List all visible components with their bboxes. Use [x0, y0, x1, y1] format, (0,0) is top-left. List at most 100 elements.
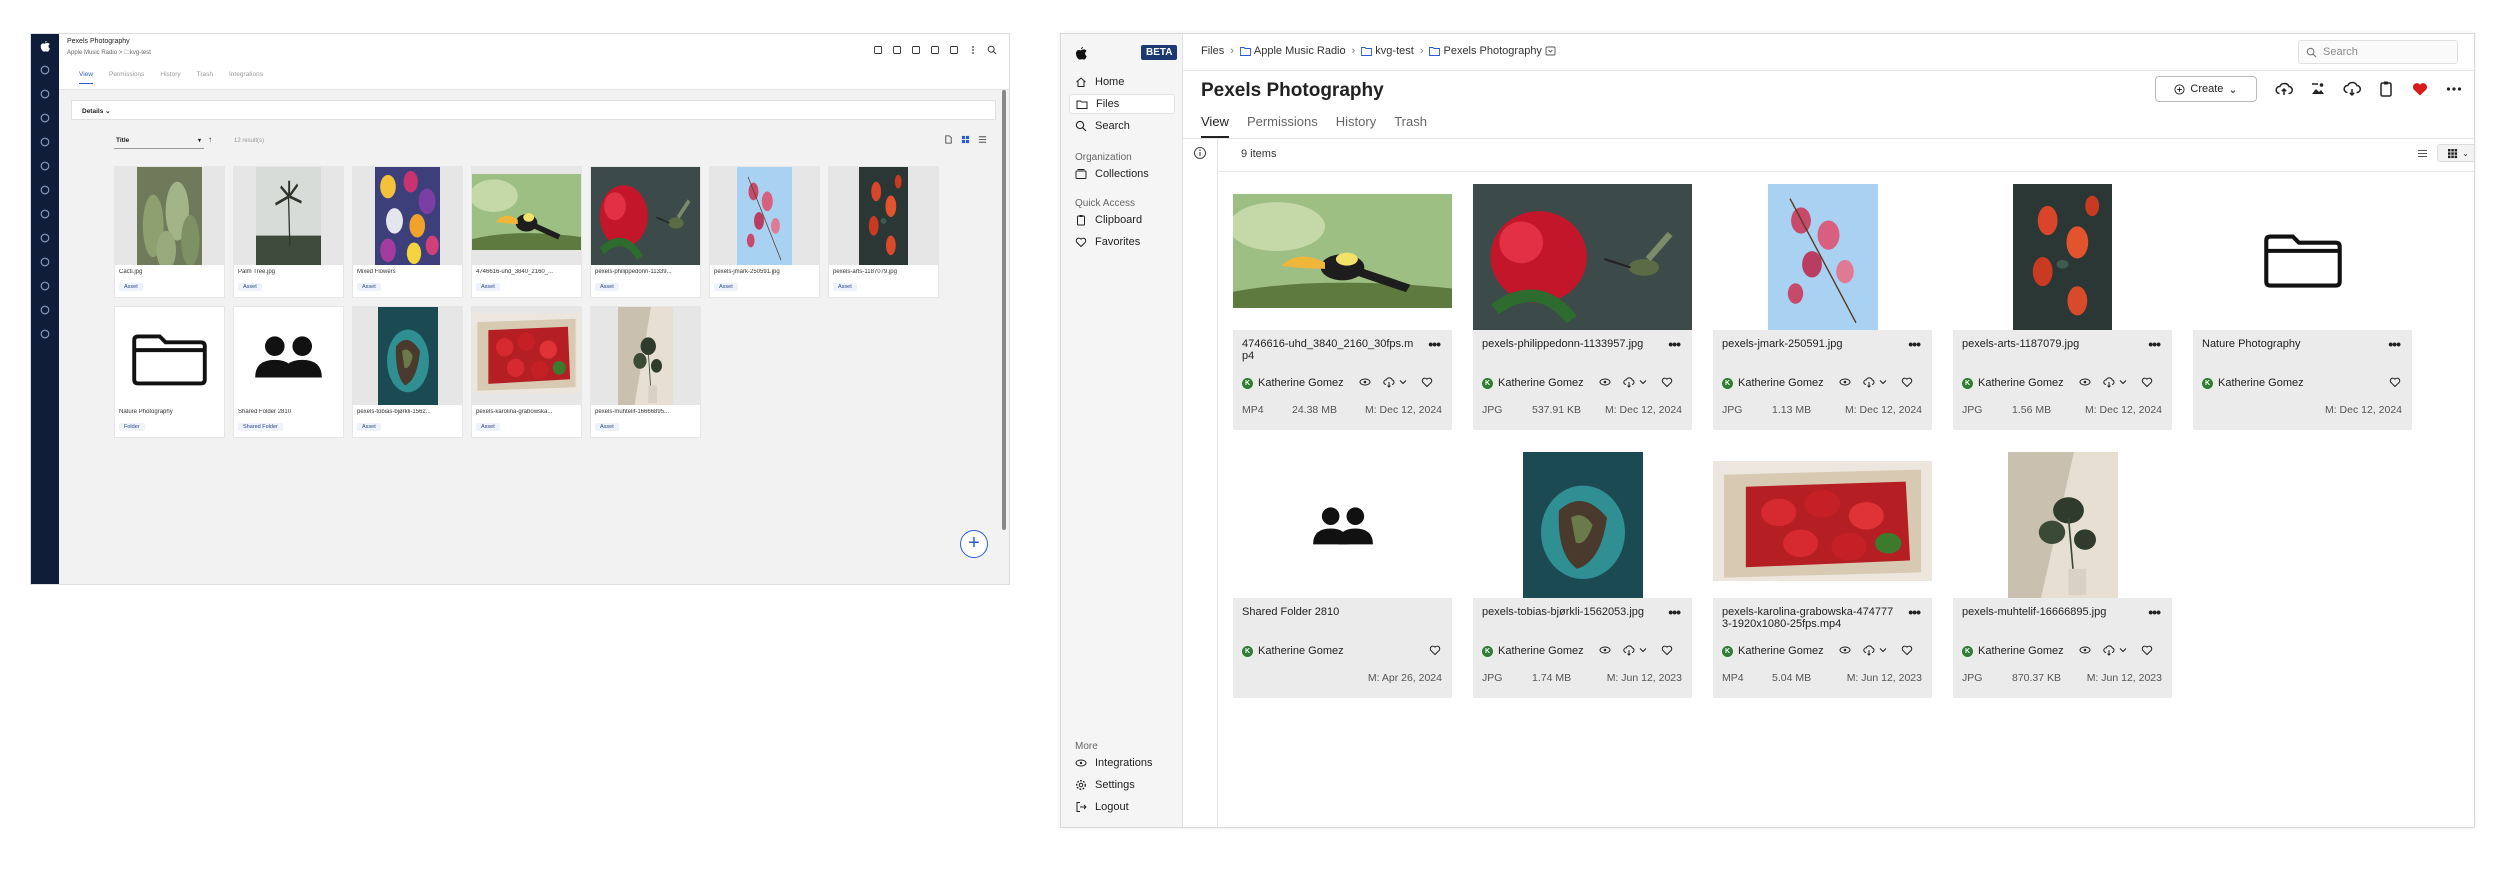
chevron-down-icon[interactable]: [1877, 644, 1889, 656]
asset-card[interactable]: Cacti.jpg Asset: [114, 166, 225, 298]
sidebar-item-clipboard[interactable]: Clipboard: [1069, 210, 1175, 230]
more-options-icon[interactable]: •••: [2148, 336, 2161, 352]
favorite-heart-icon[interactable]: [1661, 644, 1673, 656]
breadcrumb-item[interactable]: Pexels Photography: [1429, 45, 1556, 57]
favorite-heart-icon[interactable]: [1901, 644, 1913, 656]
asset-card[interactable]: pexels-jmark-250591.jpg Asset: [709, 166, 820, 298]
trash-icon[interactable]: [39, 304, 51, 316]
star-icon[interactable]: [39, 208, 51, 220]
more-options-icon[interactable]: •••: [1428, 336, 1441, 352]
more-options-icon[interactable]: [968, 45, 978, 55]
favorite-heart-icon[interactable]: [2389, 376, 2401, 388]
asset-card[interactable]: pexels-philippedonn-1133957.jpg ••• K Kathe…: [1473, 184, 1692, 430]
breadcrumb-item[interactable]: Files: [1201, 45, 1224, 57]
list-view-icon[interactable]: [2411, 144, 2433, 162]
chevron-down-icon[interactable]: [1397, 376, 1409, 388]
download-icon[interactable]: [2103, 644, 2115, 656]
preview-eye-icon[interactable]: [1599, 644, 1611, 656]
apple-logo-icon[interactable]: [39, 40, 51, 52]
asset-card[interactable]: pexels-karolina-grabowska-4747773-1920x1…: [1713, 452, 1932, 698]
add-button[interactable]: +: [960, 530, 988, 558]
more-options-icon[interactable]: •••: [1668, 604, 1681, 620]
more-options-icon[interactable]: •••: [1908, 336, 1921, 352]
file-view-icon[interactable]: [944, 135, 953, 144]
clipboard-icon[interactable]: [2377, 80, 2395, 98]
download-icon[interactable]: [1863, 376, 1875, 388]
more-options-icon[interactable]: •••: [1668, 336, 1681, 352]
asset-card[interactable]: 4746616-uhd_3840_2160_30fps.mp4 ••• K Kathe…: [1233, 184, 1452, 430]
chevron-down-icon[interactable]: [2117, 376, 2129, 388]
asset-card[interactable]: Mixed Flowers Asset: [352, 166, 463, 298]
trash-icon[interactable]: [949, 45, 959, 55]
stack-icon[interactable]: [39, 232, 51, 244]
favorite-heart-icon[interactable]: [1901, 376, 1913, 388]
tab-history[interactable]: History: [160, 71, 180, 84]
breadcrumb-item[interactable]: Apple Music Radio: [1239, 45, 1346, 57]
list-view-icon[interactable]: [978, 135, 987, 144]
chevron-down-icon[interactable]: [1637, 644, 1649, 656]
tab-integrations[interactable]: Integrations: [229, 71, 263, 84]
asset-card[interactable]: pexels-arts-1187079.jpg ••• K Katherine Gom…: [1953, 184, 2172, 430]
preview-eye-icon[interactable]: [2079, 376, 2091, 388]
download-icon[interactable]: [1863, 644, 1875, 656]
sort-direction-icon[interactable]: ↑: [208, 135, 212, 144]
tab-permissions[interactable]: Permissions: [109, 71, 144, 84]
asset-card[interactable]: 4746616-uhd_3840_2160_... Asset: [471, 166, 582, 298]
asset-card[interactable]: Nature Photography ••• K Katherine Gomez M: …: [2193, 184, 2412, 430]
download-icon[interactable]: [1623, 644, 1635, 656]
scrollbar[interactable]: [1002, 90, 1006, 530]
preview-eye-icon[interactable]: [2079, 644, 2091, 656]
grid-view-icon[interactable]: ⌄: [2437, 144, 2474, 162]
chevron-down-icon[interactable]: [2117, 644, 2129, 656]
sidebar-item-search[interactable]: Search: [1069, 116, 1175, 136]
edit-icon[interactable]: [911, 45, 921, 55]
details-toggle[interactable]: Details ⌄: [71, 100, 996, 120]
preview-eye-icon[interactable]: [1359, 376, 1371, 388]
sidebar-item-settings[interactable]: Settings: [1069, 775, 1175, 795]
hourglass-icon[interactable]: [39, 136, 51, 148]
sidebar-item-home[interactable]: Home: [1069, 72, 1175, 92]
gear-icon[interactable]: [39, 328, 51, 340]
favorite-heart-icon[interactable]: [2411, 80, 2429, 98]
inbox-icon[interactable]: [39, 160, 51, 172]
info-icon[interactable]: [1193, 146, 1207, 160]
document-icon[interactable]: [39, 64, 51, 76]
asset-card[interactable]: pexels-muhtelif-16666895... Asset: [590, 306, 701, 438]
sidebar-item-favorites[interactable]: Favorites: [1069, 232, 1175, 252]
favorite-heart-icon[interactable]: [2141, 376, 2153, 388]
clipboard-icon[interactable]: [39, 280, 51, 292]
breadcrumb-item[interactable]: kvg-test: [1361, 45, 1414, 57]
sidebar-item-logout[interactable]: Logout: [1069, 797, 1175, 817]
create-button[interactable]: Create ⌄: [2155, 76, 2257, 102]
asset-card[interactable]: pexels-philippedonn-11339... Asset: [590, 166, 701, 298]
favorite-heart-icon[interactable]: [1429, 644, 1441, 656]
tab-trash[interactable]: Trash: [1394, 114, 1427, 138]
apple-logo-icon[interactable]: [1075, 46, 1087, 60]
asset-card[interactable]: pexels-muhtelif-16666895.jpg ••• K Katherin…: [1953, 452, 2172, 698]
tab-view[interactable]: View: [1201, 114, 1229, 138]
tab-trash[interactable]: Trash: [197, 71, 213, 84]
asset-card[interactable]: pexels-karolina-grabowska... Asset: [471, 306, 582, 438]
download-icon[interactable]: [1623, 376, 1635, 388]
tab-view[interactable]: View: [79, 71, 93, 84]
asset-card[interactable]: pexels-arts-1187079.jpg Asset: [828, 166, 939, 298]
favorite-heart-icon[interactable]: [1421, 376, 1433, 388]
asset-card[interactable]: Nature Photography Folder: [114, 306, 225, 438]
asset-card[interactable]: pexels-tobias-bjørkli-1562... Asset: [352, 306, 463, 438]
chevron-down-icon[interactable]: [1637, 376, 1649, 388]
favorite-heart-icon[interactable]: [2141, 644, 2153, 656]
folder-icon[interactable]: [892, 45, 902, 55]
asset-card[interactable]: pexels-tobias-bjørkli-1562053.jpg ••• K Kat…: [1473, 452, 1692, 698]
more-options-icon[interactable]: •••: [1908, 604, 1921, 620]
more-options-icon[interactable]: •••: [2388, 336, 2401, 352]
asset-card[interactable]: Shared Folder 2810 Shared Folder: [233, 306, 344, 438]
grid-view-icon[interactable]: [961, 135, 970, 144]
more-options-icon[interactable]: [2445, 80, 2463, 98]
search-input[interactable]: Search: [2298, 40, 2458, 64]
asset-card[interactable]: Shared Folder 2810 K Katherine Gomez M: Apr…: [1233, 452, 1452, 698]
asset-card[interactable]: Palm Tree.jpg Asset: [233, 166, 344, 298]
share-icon[interactable]: [873, 45, 883, 55]
share-photo-icon[interactable]: [2309, 80, 2327, 98]
preview-eye-icon[interactable]: [1599, 376, 1611, 388]
dropdown-toggle-icon[interactable]: [1545, 46, 1556, 56]
